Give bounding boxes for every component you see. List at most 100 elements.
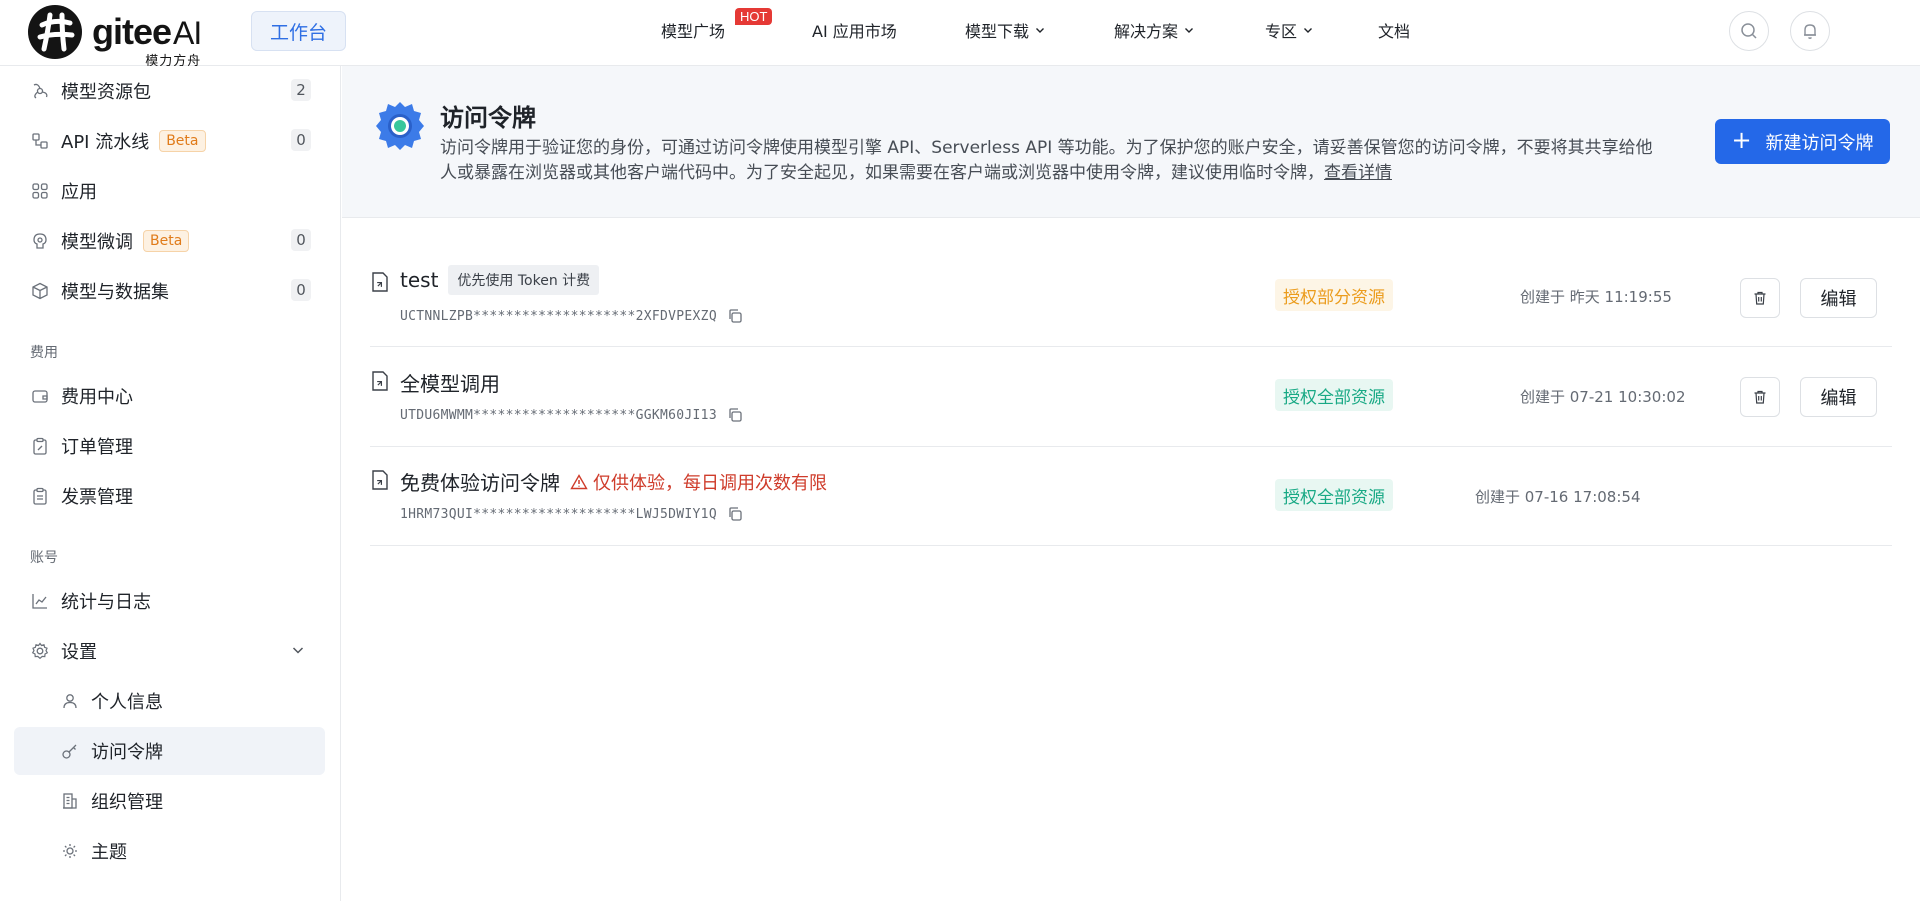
scope-badge: 授权全部资源 bbox=[1275, 479, 1393, 511]
delete-button[interactable] bbox=[1740, 278, 1780, 318]
sidebar-item-label: 模型与数据集 bbox=[61, 282, 169, 303]
document-icon bbox=[372, 371, 388, 391]
nav-model-square[interactable]: 模型广场 bbox=[661, 18, 725, 42]
scope-badge: 授权全部资源 bbox=[1275, 379, 1393, 411]
sidebar-item-label: 发票管理 bbox=[61, 487, 133, 508]
cube-icon bbox=[30, 281, 50, 301]
token-key-row: UTDU6MWMM********************GGKM60JI13 bbox=[400, 407, 743, 423]
sidebar-item-apps[interactable]: 应用 bbox=[14, 167, 325, 215]
workbench-button[interactable]: 工作台 bbox=[251, 11, 346, 51]
beta-badge: Beta bbox=[159, 130, 206, 152]
nav-solutions[interactable]: 解决方案 bbox=[1114, 18, 1195, 42]
sidebar-item-label: 主题 bbox=[91, 842, 127, 863]
nav-label: 解决方案 bbox=[1114, 22, 1179, 41]
edit-button[interactable]: 编辑 bbox=[1800, 377, 1877, 417]
apps-grid-icon bbox=[30, 181, 50, 201]
notification-button[interactable] bbox=[1790, 11, 1830, 51]
sidebar-item-label: 组织管理 bbox=[91, 792, 163, 813]
token-key: 1HRM73QUI********************LWJ5DWIY1Q bbox=[400, 506, 717, 522]
sidebar-item-billing-center[interactable]: 费用中心 bbox=[14, 372, 325, 420]
button-label: 新建访问令牌 bbox=[1765, 132, 1874, 154]
gitee-ai-logo[interactable]: giteeAI 模力方舟 bbox=[28, 4, 202, 69]
view-details-link[interactable]: 查看详情 bbox=[1324, 163, 1392, 183]
sidebar-item-orders[interactable]: 订单管理 bbox=[14, 422, 325, 470]
sidebar-item-label: 设置 bbox=[61, 642, 97, 663]
token-name: 免费体验访问令牌 bbox=[400, 471, 560, 495]
token-key-row: UCTNNLZPB********************2XFDVPEXZQ bbox=[400, 308, 743, 324]
top-navigation-bar: giteeAI 模力方舟 工作台 模型广场 HOT AI 应用市场 模型下载 解… bbox=[0, 0, 1920, 69]
copy-icon[interactable] bbox=[727, 506, 743, 522]
description-text: 访问令牌用于验证您的身份，可通过访问令牌使用模型引擎 API、Serverles… bbox=[440, 138, 1653, 183]
sidebar-item-invoices[interactable]: 发票管理 bbox=[14, 472, 325, 520]
nav-model-download[interactable]: 模型下载 bbox=[965, 18, 1046, 42]
copy-icon[interactable] bbox=[727, 407, 743, 423]
token-row: 全模型调用 UTDU6MWMM********************GGKM6… bbox=[370, 348, 1892, 447]
chevron-down-icon bbox=[1185, 28, 1194, 33]
sidebar-item-stats-logs[interactable]: 统计与日志 bbox=[14, 577, 325, 625]
logo-mark-icon bbox=[28, 5, 82, 59]
sidebar-item-label: 模型资源包 bbox=[61, 82, 151, 103]
token-billing-tag: 优先使用 Token 计费 bbox=[448, 265, 600, 295]
user-icon bbox=[60, 691, 80, 711]
clipboard-icon bbox=[30, 486, 50, 506]
token-name-row: test 优先使用 Token 计费 bbox=[400, 265, 600, 295]
edit-button[interactable]: 编辑 bbox=[1800, 278, 1877, 318]
document-icon bbox=[372, 470, 388, 490]
token-name: test bbox=[400, 268, 439, 292]
chevron-down-icon[interactable] bbox=[291, 643, 305, 657]
nav-zones[interactable]: 专区 bbox=[1265, 18, 1314, 42]
fine-tune-icon bbox=[30, 231, 50, 251]
sidebar-item-models-datasets[interactable]: 模型与数据集 0 bbox=[14, 267, 325, 315]
nav-label: 模型下载 bbox=[965, 22, 1030, 41]
sidebar-item-settings[interactable]: 设置 bbox=[14, 627, 325, 675]
chevron-down-icon bbox=[1036, 28, 1045, 33]
token-row: test 优先使用 Token 计费 UCTNNLZPB************… bbox=[370, 248, 1892, 347]
pipeline-icon bbox=[30, 131, 50, 151]
sidebar-item-profile[interactable]: 个人信息 bbox=[14, 677, 325, 725]
nav-ai-app-market[interactable]: AI 应用市场 bbox=[812, 18, 897, 42]
token-key-row: 1HRM73QUI********************LWJ5DWIY1Q bbox=[400, 506, 743, 522]
banner-description: 访问令牌用于验证您的身份，可通过访问令牌使用模型引擎 API、Serverles… bbox=[440, 136, 1660, 186]
gear-icon bbox=[30, 641, 50, 661]
warning-text: 仅供体验，每日调用次数有限 bbox=[593, 472, 827, 494]
new-access-token-button[interactable]: + 新建访问令牌 bbox=[1715, 119, 1890, 164]
count-badge: 2 bbox=[291, 79, 311, 101]
token-name: 全模型调用 bbox=[400, 372, 500, 396]
logo-word: gitee bbox=[92, 10, 172, 52]
scope-badge: 授权部分资源 bbox=[1275, 279, 1393, 311]
sidebar-item-organizations[interactable]: 组织管理 bbox=[14, 777, 325, 825]
page-title: 访问令牌 bbox=[440, 104, 536, 132]
sidebar-item-label: 应用 bbox=[61, 182, 97, 203]
sidebar-item-model-resource-pack[interactable]: 模型资源包 2 bbox=[14, 67, 325, 115]
delete-button[interactable] bbox=[1740, 377, 1780, 417]
document-icon bbox=[372, 272, 388, 292]
section-label-account: 账号 bbox=[30, 550, 58, 566]
resource-pack-icon bbox=[30, 81, 50, 101]
count-badge: 0 bbox=[291, 129, 311, 151]
sidebar-item-api-pipeline[interactable]: API 流水线 Beta 0 bbox=[14, 117, 325, 165]
chevron-down-icon bbox=[1304, 28, 1313, 33]
sidebar-item-model-fine-tune[interactable]: 模型微调 Beta 0 bbox=[14, 217, 325, 265]
nav-label: 模型广场 bbox=[661, 22, 726, 41]
token-name-row: 全模型调用 bbox=[400, 368, 500, 397]
key-icon bbox=[60, 741, 80, 761]
token-key: UTDU6MWMM********************GGKM60JI13 bbox=[400, 407, 717, 423]
copy-icon[interactable] bbox=[727, 308, 743, 324]
nav-docs[interactable]: 文档 bbox=[1378, 18, 1410, 42]
sidebar-item-label: API 流水线 bbox=[61, 132, 150, 153]
bell-icon bbox=[1804, 24, 1816, 39]
sidebar-item-label: 统计与日志 bbox=[61, 592, 151, 613]
sidebar-item-theme[interactable]: 主题 bbox=[14, 827, 325, 875]
logo-ai: AI bbox=[173, 14, 202, 51]
beta-badge: Beta bbox=[143, 230, 190, 252]
gear-icon bbox=[376, 102, 424, 150]
sidebar-item-access-tokens[interactable]: 访问令牌 bbox=[14, 727, 325, 775]
count-badge: 0 bbox=[291, 279, 311, 301]
search-button[interactable] bbox=[1729, 11, 1769, 51]
nav-label: 文档 bbox=[1378, 22, 1411, 41]
trash-icon bbox=[1754, 390, 1766, 404]
sidebar-item-label: 订单管理 bbox=[61, 437, 133, 458]
wallet-icon bbox=[30, 386, 50, 406]
trash-icon bbox=[1754, 291, 1766, 305]
clipboard-edit-icon bbox=[30, 436, 50, 456]
